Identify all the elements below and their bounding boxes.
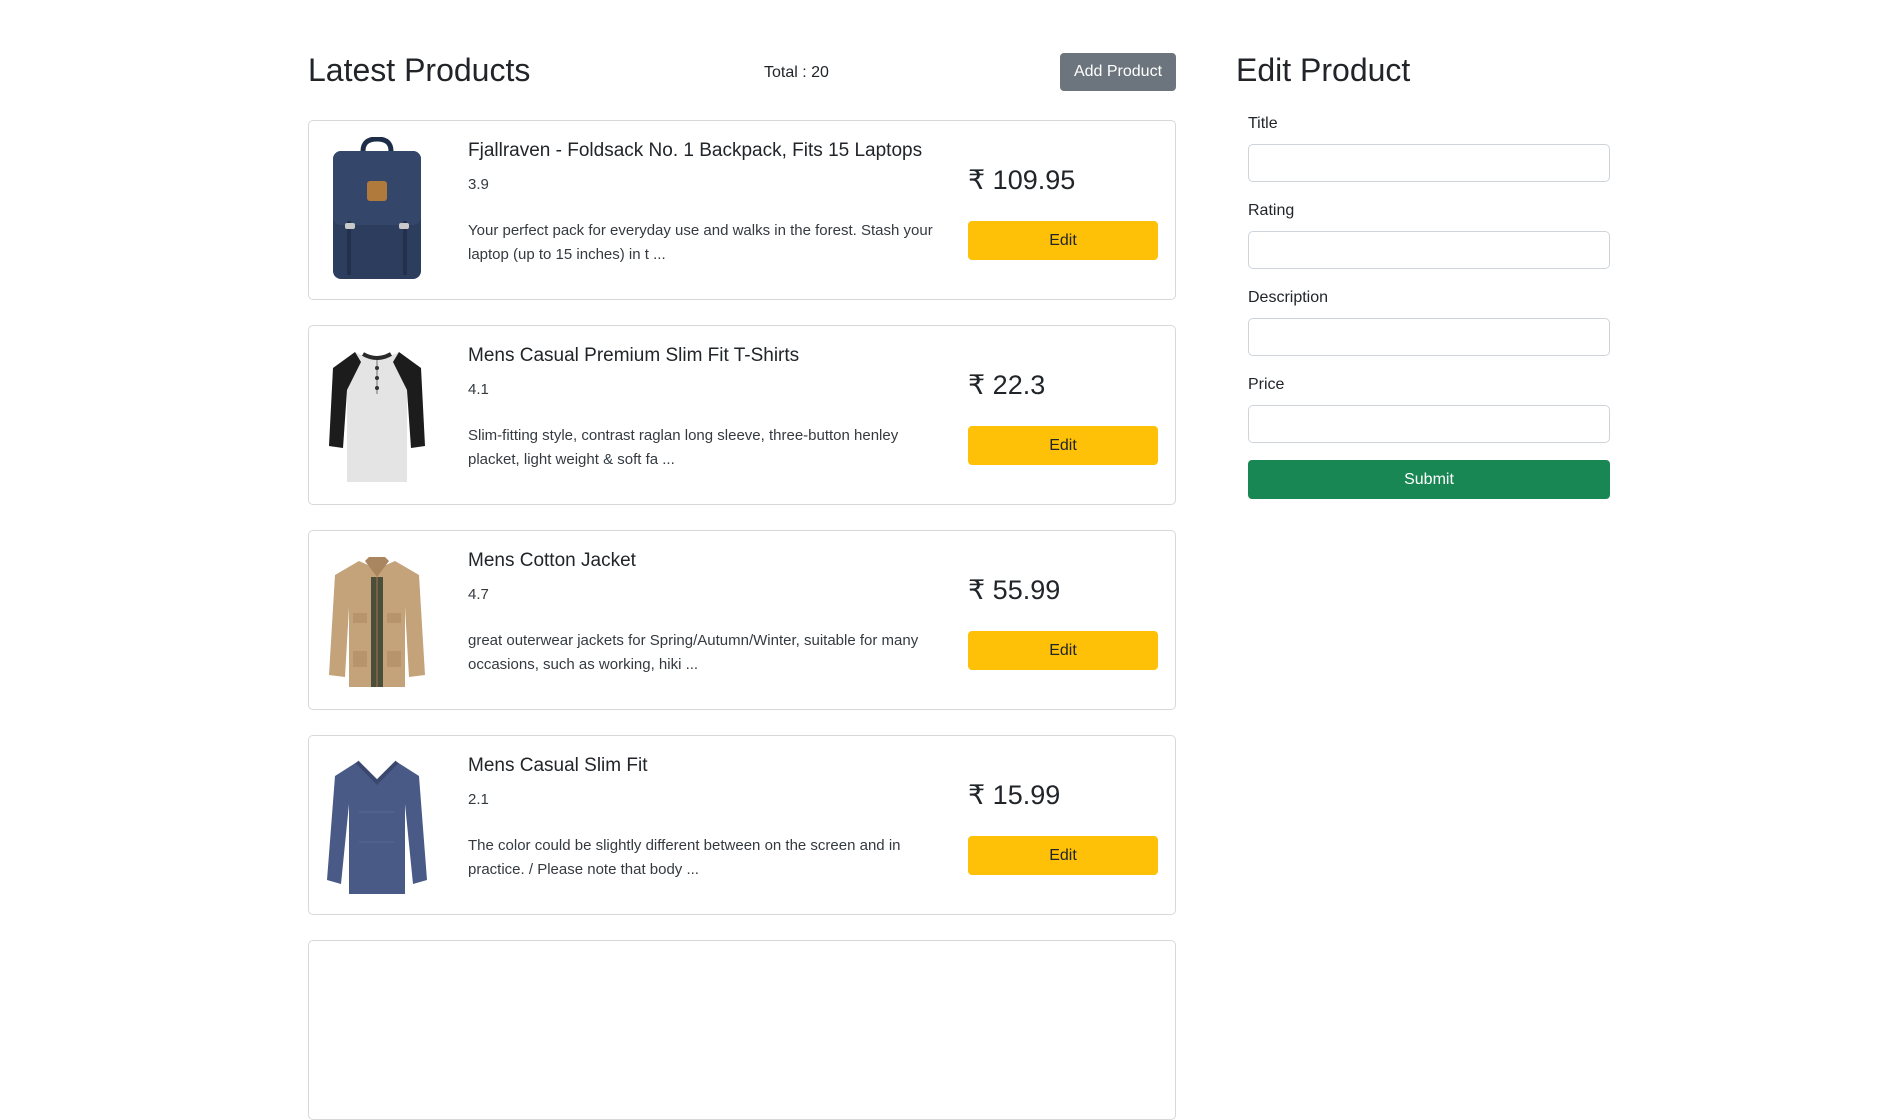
product-price: ₹ 22.3 — [968, 370, 1046, 400]
product-info: Mens Casual Premium Slim Fit T-Shirts 4.… — [468, 344, 948, 472]
product-image-long-sleeve — [325, 752, 429, 898]
product-description: great outerwear jackets for Spring/Autum… — [468, 632, 919, 673]
product-description: Your perfect pack for everyday use and w… — [468, 222, 933, 263]
edit-button[interactable]: Edit — [968, 426, 1158, 465]
title-input[interactable] — [1248, 144, 1610, 182]
product-price: ₹ 109.95 — [968, 165, 1076, 195]
product-list-panel: Latest Products Total : 20 Add Product F… — [308, 0, 1176, 1120]
tshirt-image — [329, 352, 425, 482]
product-image-backpack — [325, 137, 429, 283]
submit-button[interactable]: Submit — [1248, 460, 1610, 499]
product-card — [308, 940, 1176, 1120]
product-card: Mens Casual Premium Slim Fit T-Shirts 4.… — [308, 325, 1176, 505]
total-count: Total : 20 — [764, 64, 829, 81]
product-title: Fjallraven - Foldsack No. 1 Backpack, Fi… — [468, 140, 923, 161]
jacket-image — [329, 557, 425, 687]
price-input[interactable] — [1248, 405, 1610, 443]
rating-label: Rating — [1248, 202, 1295, 219]
product-description: The color could be slightly different be… — [468, 837, 901, 878]
page-title: Latest Products — [308, 52, 531, 88]
edit-button[interactable]: Edit — [968, 836, 1158, 875]
title-label: Title — [1248, 115, 1278, 132]
price-label: Price — [1248, 376, 1285, 393]
product-rating: 4.1 — [468, 381, 489, 398]
product-rating: 2.1 — [468, 791, 489, 808]
edit-button[interactable]: Edit — [968, 631, 1158, 670]
long-sleeve-shirt-image — [327, 760, 427, 894]
product-card: Mens Cotton Jacket 4.7 great outerwear j… — [308, 530, 1176, 710]
product-list-header: Latest Products Total : 20 Add Product — [308, 0, 1176, 115]
product-rating: 3.9 — [468, 176, 489, 193]
product-info: Fjallraven - Foldsack No. 1 Backpack, Fi… — [468, 139, 948, 267]
product-price: ₹ 15.99 — [968, 780, 1061, 810]
product-image-tshirt — [325, 342, 429, 488]
form-title: Edit Product — [1236, 52, 1411, 88]
product-price: ₹ 55.99 — [968, 575, 1061, 605]
product-card: Mens Casual Slim Fit 2.1 The color could… — [308, 735, 1176, 915]
product-title: Mens Casual Slim Fit — [468, 755, 648, 776]
product-card: Fjallraven - Foldsack No. 1 Backpack, Fi… — [308, 120, 1176, 300]
product-rating: 4.7 — [468, 586, 489, 603]
description-input[interactable] — [1248, 318, 1610, 356]
description-label: Description — [1248, 289, 1329, 306]
edit-button[interactable]: Edit — [968, 221, 1158, 260]
add-product-button[interactable]: Add Product — [1060, 53, 1176, 91]
product-info: Mens Casual Slim Fit 2.1 The color could… — [468, 754, 948, 882]
product-description: Slim-fitting style, contrast raglan long… — [468, 427, 899, 468]
product-info: Mens Cotton Jacket 4.7 great outerwear j… — [468, 549, 948, 677]
rating-input[interactable] — [1248, 231, 1610, 269]
product-image-jacket — [325, 547, 429, 693]
backpack-image — [333, 137, 421, 279]
product-title: Mens Cotton Jacket — [468, 550, 636, 571]
product-title: Mens Casual Premium Slim Fit T-Shirts — [468, 345, 800, 366]
